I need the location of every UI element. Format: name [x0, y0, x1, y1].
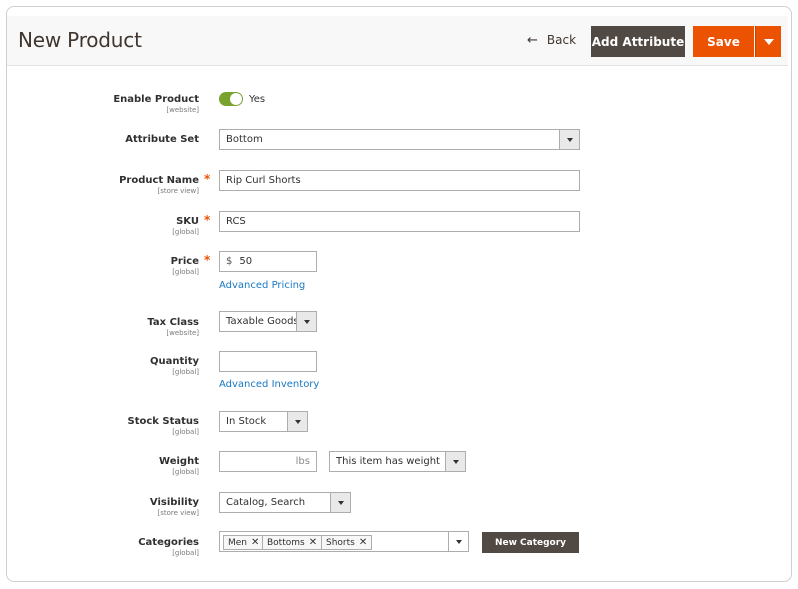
save-button[interactable]: Save — [693, 26, 754, 57]
close-icon[interactable]: ✕ — [359, 537, 367, 548]
sku-label: SKU [global] — [172, 216, 199, 236]
product-name-input[interactable]: Rip Curl Shorts — [219, 170, 580, 191]
advanced-inventory-link[interactable]: Advanced Inventory — [219, 379, 319, 390]
quantity-label: Quantity [global] — [150, 356, 199, 376]
back-label: Back — [546, 33, 577, 47]
page-title: New Product — [18, 28, 142, 52]
category-tag-shorts: Shorts ✕ — [321, 535, 373, 550]
weight-label: Weight [global] — [159, 456, 199, 476]
required-marker: * — [204, 172, 211, 186]
required-marker: * — [204, 213, 211, 227]
categories-multiselect[interactable]: Men ✕ Bottoms ✕ Shorts ✕ — [219, 531, 469, 552]
page-header: New Product ← Back Add Attribute Save — [7, 16, 788, 66]
close-icon[interactable]: ✕ — [251, 537, 259, 548]
stock-status-label: Stock Status [global] — [127, 416, 200, 436]
has-weight-select[interactable]: This item has weight — [329, 451, 466, 472]
tax-class-select[interactable]: Taxable Goods — [219, 311, 317, 332]
product-name-label: Product Name [store view] — [119, 175, 199, 195]
visibility-dropdown-button[interactable] — [330, 492, 351, 513]
categories-label: Categories [global] — [138, 537, 199, 557]
stock-status-dropdown-button[interactable] — [287, 411, 308, 432]
category-tag-bottoms: Bottoms ✕ — [262, 535, 323, 550]
enable-product-toggle[interactable] — [219, 92, 243, 106]
new-category-button[interactable]: New Category — [482, 532, 579, 553]
add-attribute-button[interactable]: Add Attribute — [591, 26, 685, 57]
save-options-toggle[interactable] — [755, 26, 781, 57]
chevron-down-icon — [452, 459, 459, 464]
page-frame — [6, 6, 792, 582]
back-button[interactable]: ← Back — [527, 33, 576, 47]
arrow-left-icon: ← — [527, 32, 538, 48]
chevron-down-icon — [566, 137, 573, 142]
has-weight-dropdown-button[interactable] — [445, 451, 466, 472]
categories-dropdown-button[interactable] — [448, 531, 469, 552]
price-label: Price [global] — [170, 256, 199, 276]
chevron-down-icon — [337, 500, 344, 505]
attribute-set-label: Attribute Set — [125, 134, 199, 145]
toggle-knob — [230, 93, 242, 105]
enable-product-label: Enable Product [website] — [113, 94, 199, 114]
stock-status-select[interactable]: In Stock — [219, 411, 308, 432]
visibility-label: Visibility [store view] — [149, 497, 199, 517]
attribute-set-select[interactable]: Bottom — [219, 129, 580, 150]
chevron-down-icon — [294, 419, 301, 424]
chevron-down-icon — [455, 539, 462, 544]
attribute-set-dropdown-button[interactable] — [559, 129, 580, 150]
currency-symbol: $ — [226, 256, 233, 267]
chevron-down-icon — [763, 38, 774, 45]
tax-class-dropdown-button[interactable] — [296, 311, 317, 332]
weight-unit: lbs — [295, 456, 310, 467]
close-icon[interactable]: ✕ — [309, 537, 317, 548]
advanced-pricing-link[interactable]: Advanced Pricing — [219, 280, 305, 291]
required-marker: * — [204, 253, 211, 267]
quantity-input[interactable] — [219, 351, 317, 372]
category-tag-men: Men ✕ — [223, 535, 265, 550]
visibility-select[interactable]: Catalog, Search — [219, 492, 351, 513]
sku-input[interactable]: RCS — [219, 211, 580, 232]
chevron-down-icon — [303, 319, 310, 324]
enable-product-value: Yes — [249, 94, 266, 105]
price-input[interactable]: $ 50 — [219, 251, 317, 272]
weight-input[interactable]: lbs — [219, 451, 317, 472]
tax-class-label: Tax Class [website] — [147, 317, 199, 337]
